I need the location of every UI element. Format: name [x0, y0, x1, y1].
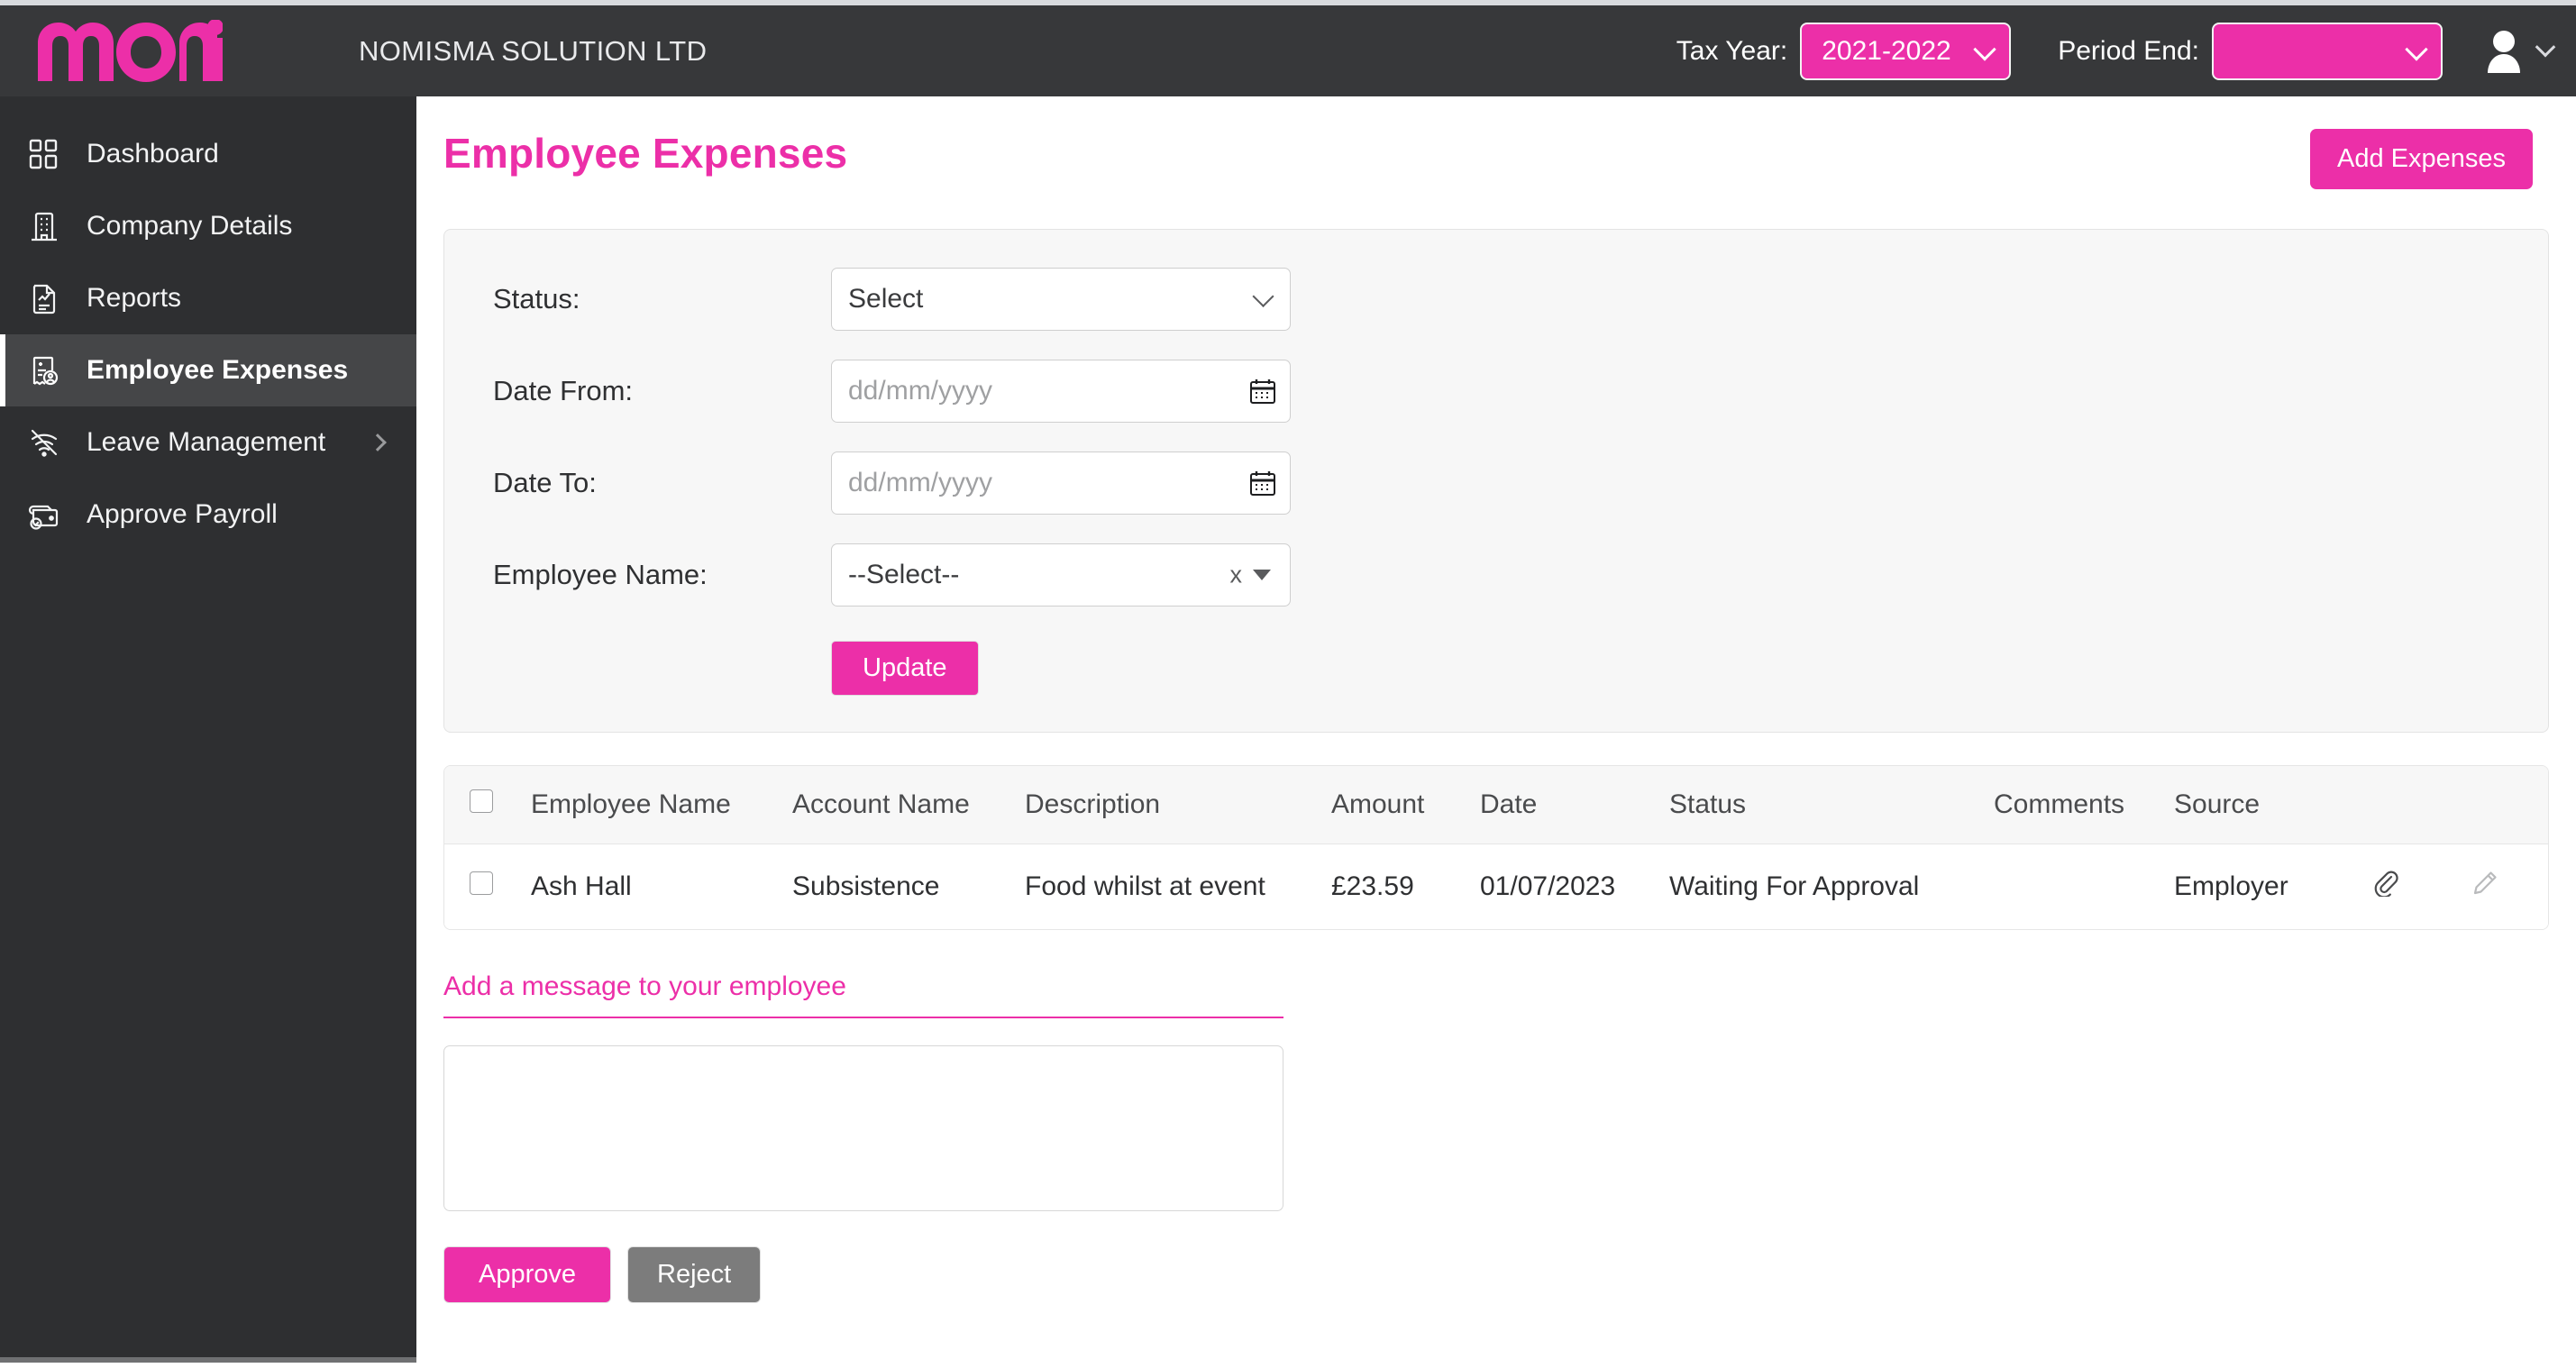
filter-panel: Status: Select Date From: dd/mm/yyyy Dat…: [443, 229, 2549, 733]
filter-row-date-to: Date To:: [444, 451, 2548, 515]
column-header-comments: Comments: [1994, 766, 2174, 844]
employee-name-field: --Select-- x: [831, 543, 1291, 606]
table-row[interactable]: Ash Hall Subsistence Food whilst at even…: [444, 844, 2548, 929]
header-controls: Tax Year: 2021-2022 Period End:: [1676, 22, 2556, 80]
column-header-amount: Amount: [1331, 766, 1480, 844]
chevron-down-icon: [2535, 36, 2556, 58]
employee-name-select[interactable]: --Select--: [831, 543, 1291, 606]
status-select[interactable]: Select: [831, 268, 1291, 331]
sidebar-item-label: Approve Payroll: [87, 499, 278, 529]
app-header: NOMISMA SOLUTION LTD Tax Year: 2021-2022…: [0, 5, 2576, 96]
cell-account-name: Subsistence: [792, 844, 1025, 929]
date-from-input[interactable]: [831, 360, 1291, 423]
cell-edit: [2471, 844, 2548, 929]
sidebar-item-label: Dashboard: [87, 139, 219, 169]
cell-employee-name: Ash Hall: [531, 844, 792, 929]
add-expenses-button[interactable]: Add Expenses: [2309, 129, 2533, 189]
sidebar: Dashboard Company Details Reports Employ…: [0, 96, 416, 1363]
chevron-down-icon: [1973, 37, 1996, 61]
sidebar-item-company-details[interactable]: Company Details: [0, 190, 416, 262]
tax-year-value: 2021-2022: [1822, 35, 1951, 66]
date-to-input[interactable]: [831, 451, 1291, 515]
cell-amount: £23.59: [1331, 844, 1480, 929]
page-title: Employee Expenses: [443, 130, 848, 177]
cell-description: Food whilst at event: [1025, 844, 1331, 929]
select-all-checkbox[interactable]: [470, 789, 493, 813]
column-header-employee-name: Employee Name: [531, 766, 792, 844]
report-document-icon: [23, 278, 65, 319]
update-button[interactable]: Update: [831, 641, 979, 696]
sidebar-item-label: Leave Management: [87, 427, 326, 457]
pencil-edit-icon[interactable]: [2471, 870, 2498, 904]
cell-comments: [1994, 844, 2174, 929]
message-section: Add a message to your employee Approve R…: [443, 971, 2549, 1303]
column-header-description: Description: [1025, 766, 1331, 844]
paperclip-icon[interactable]: [2372, 870, 2399, 904]
filter-row-employee-name: Employee Name: --Select-- x: [444, 543, 2548, 606]
tax-year-select[interactable]: 2021-2022: [1800, 22, 2012, 80]
sidebar-item-label: Employee Expenses: [87, 355, 349, 385]
tax-year-label: Tax Year:: [1676, 35, 1788, 66]
date-from-label: Date From:: [493, 375, 634, 406]
sidebar-item-approve-payroll[interactable]: Approve Payroll: [0, 479, 416, 551]
cell-status: Waiting For Approval: [1669, 844, 1994, 929]
column-header-status: Status: [1669, 766, 1994, 844]
main-content: Employee Expenses Add Expenses Status: S…: [416, 96, 2576, 1368]
app-viewport: NOMISMA SOLUTION LTD Tax Year: 2021-2022…: [0, 0, 2576, 1368]
date-to-label: Date To:: [493, 467, 597, 498]
leave-signal-icon: [23, 422, 65, 463]
column-header-edit: [2471, 766, 2548, 844]
period-end-select[interactable]: [2212, 22, 2443, 80]
chevron-right-icon: [369, 433, 387, 451]
status-label: Status:: [493, 283, 580, 315]
reject-button[interactable]: Reject: [627, 1246, 762, 1303]
sidebar-item-label: Reports: [87, 283, 182, 313]
message-title: Add a message to your employee: [443, 971, 1283, 1018]
page-header: Employee Expenses Add Expenses: [416, 96, 2576, 189]
building-icon: [23, 205, 65, 247]
column-header-date: Date: [1480, 766, 1669, 844]
expense-receipt-icon: [23, 350, 65, 391]
action-buttons: Approve Reject: [443, 1246, 2549, 1303]
select-all-header: [444, 766, 531, 844]
filter-row-status: Status: Select: [444, 268, 2548, 331]
message-textarea[interactable]: [443, 1045, 1283, 1211]
payroll-wallet-icon: [23, 494, 65, 535]
cell-date: 01/07/2023: [1480, 844, 1669, 929]
user-menu[interactable]: [2484, 30, 2556, 73]
approve-button[interactable]: Approve: [443, 1246, 612, 1303]
status-field: Select: [831, 268, 1291, 331]
column-header-attachment: [2372, 766, 2471, 844]
column-header-source: Source: [2174, 766, 2372, 844]
sidebar-item-dashboard[interactable]: Dashboard: [0, 118, 416, 190]
clear-selection-icon[interactable]: x: [1230, 561, 1243, 589]
row-select-cell: [444, 844, 531, 929]
user-avatar-icon: [2484, 30, 2524, 73]
column-header-account-name: Account Name: [792, 766, 1025, 844]
table-header-row: Employee Name Account Name Description A…: [444, 766, 2548, 844]
sidebar-bottom-strip: [0, 1357, 416, 1363]
sidebar-item-reports[interactable]: Reports: [0, 262, 416, 334]
dashboard-grid-icon: [23, 133, 65, 175]
filter-row-update: Update: [444, 641, 2548, 696]
date-from-field: [831, 360, 1291, 423]
sidebar-item-label: Company Details: [87, 211, 293, 241]
sidebar-item-leave-management[interactable]: Leave Management: [0, 406, 416, 479]
sidebar-item-employee-expenses[interactable]: Employee Expenses: [0, 334, 416, 406]
period-end-label: Period End:: [2058, 35, 2199, 66]
nomi-logo[interactable]: [38, 19, 227, 84]
employee-name-label: Employee Name:: [493, 559, 708, 590]
date-to-field: [831, 451, 1291, 515]
cell-source: Employer: [2174, 844, 2372, 929]
chevron-down-icon: [2405, 37, 2428, 61]
row-checkbox[interactable]: [470, 871, 493, 895]
company-name: NOMISMA SOLUTION LTD: [359, 34, 708, 67]
cell-attachment: [2372, 844, 2471, 929]
expenses-table: Employee Name Account Name Description A…: [443, 765, 2549, 930]
filter-row-date-from: Date From:: [444, 360, 2548, 423]
